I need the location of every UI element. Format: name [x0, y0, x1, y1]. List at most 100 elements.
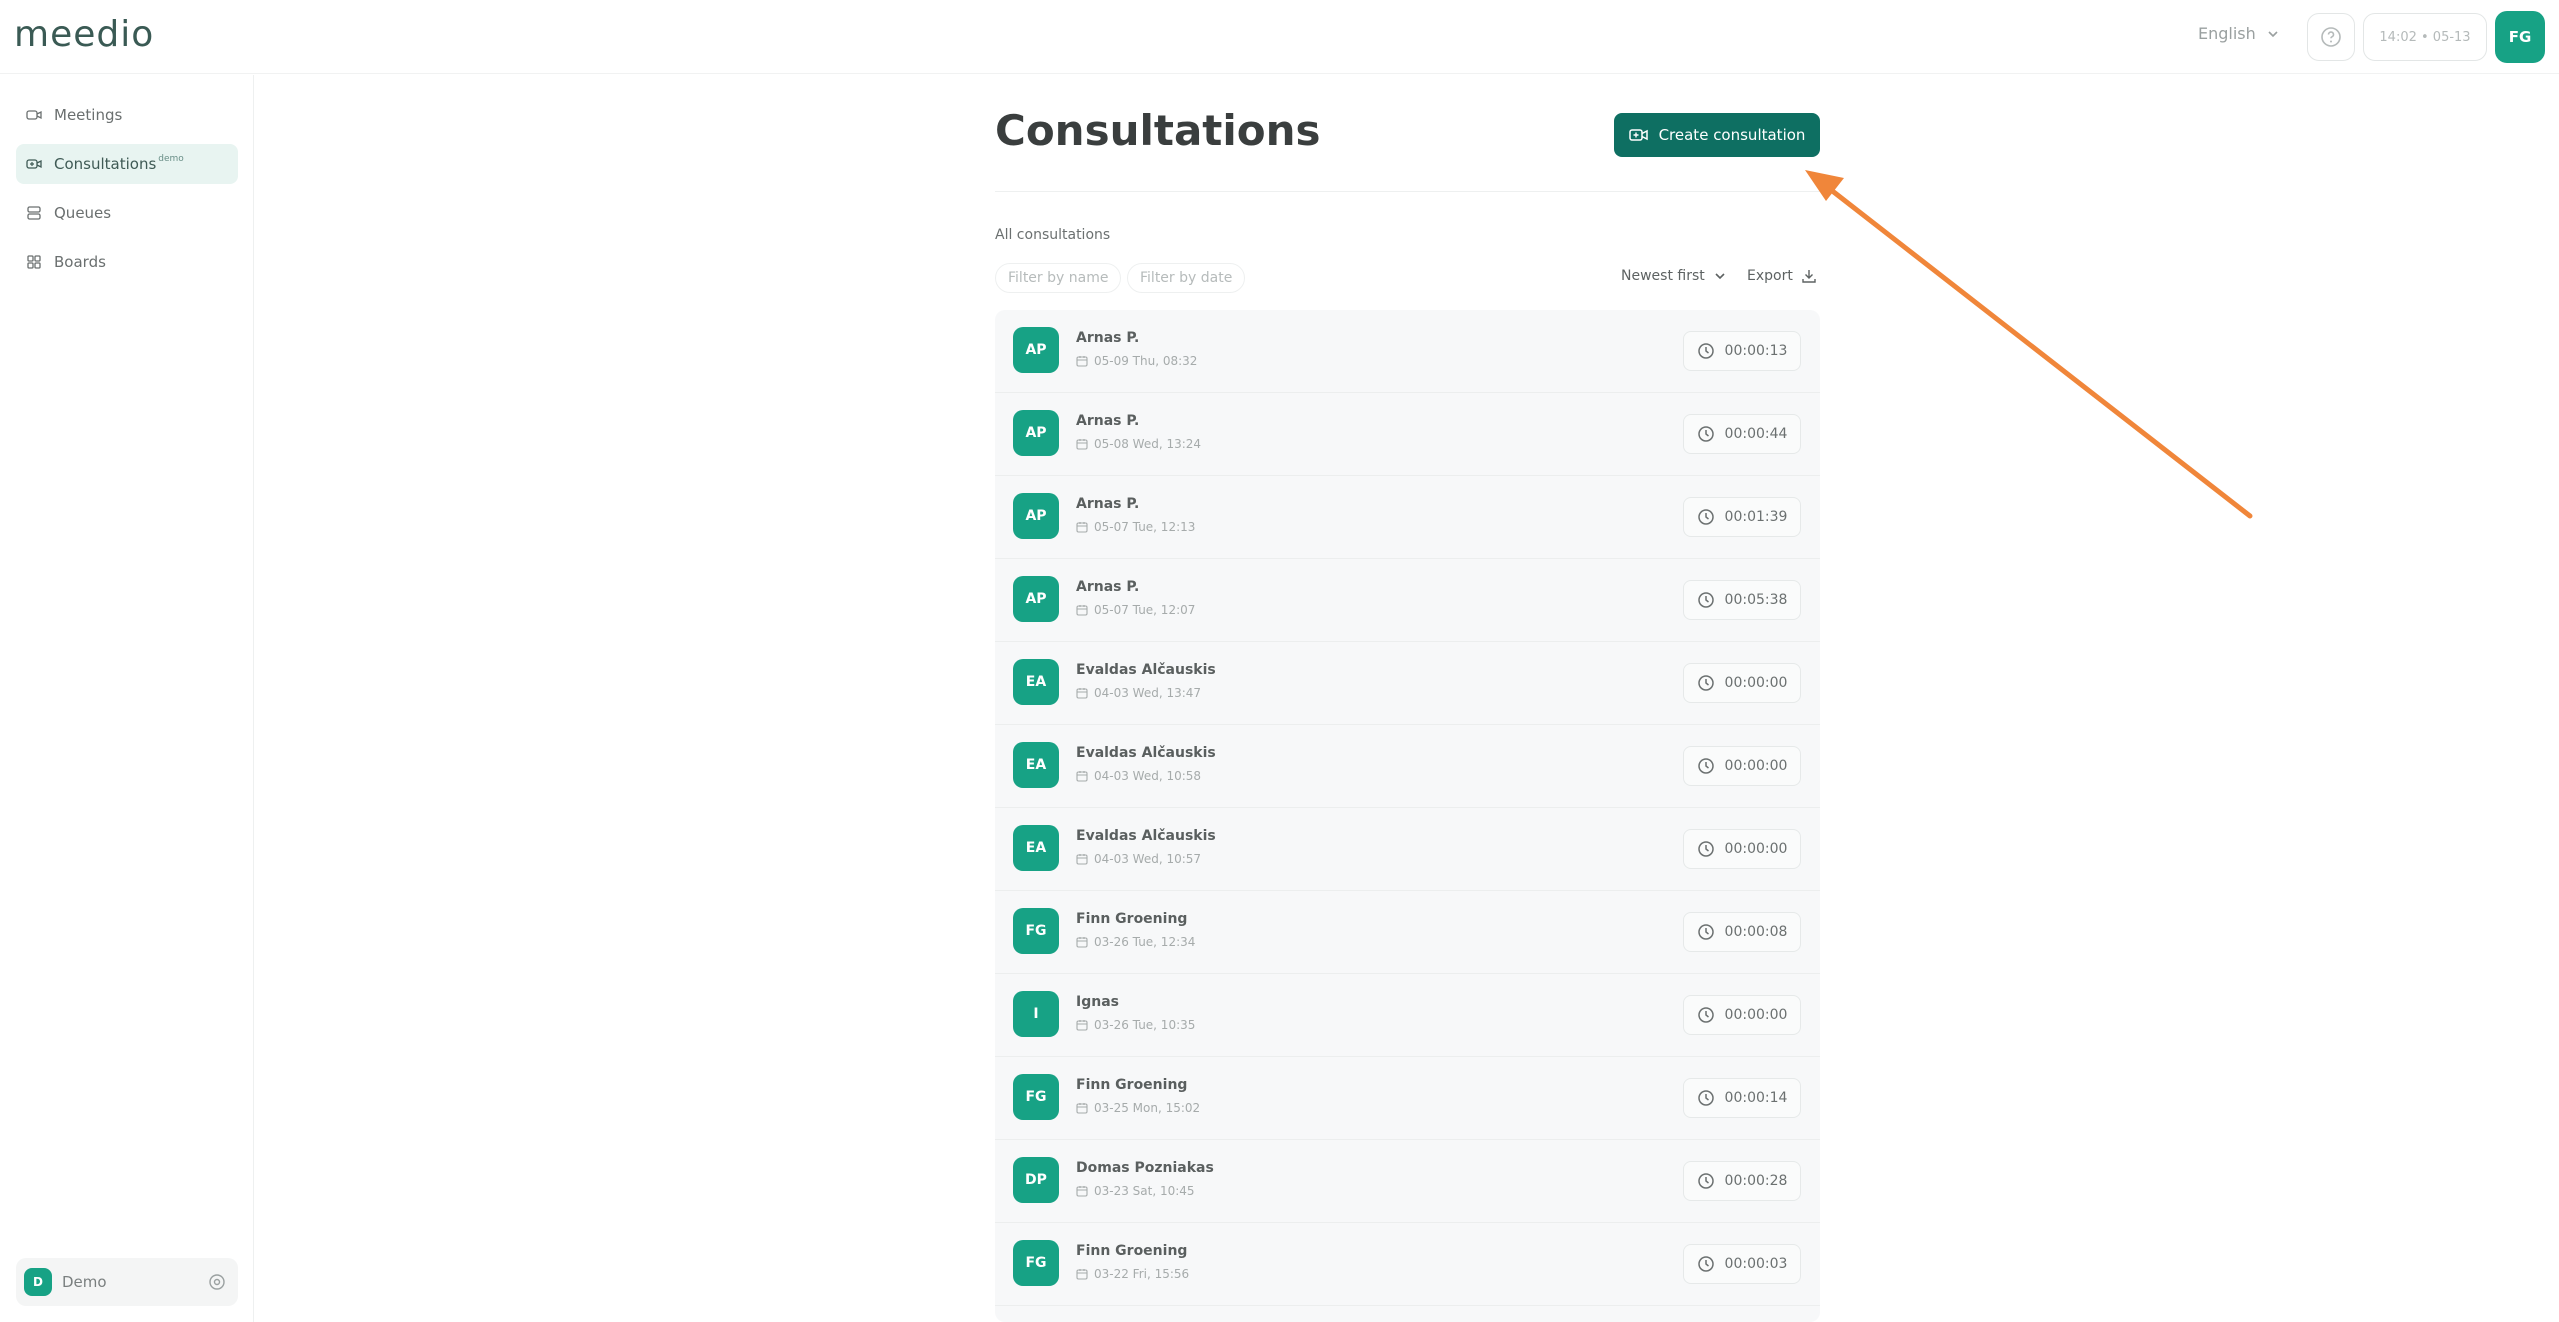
date-text: 03-23 Sat, 10:45	[1094, 1184, 1195, 1198]
consultation-date: 03-22 Fri, 15:56	[1076, 1267, 1189, 1281]
language-label: English	[2198, 24, 2256, 43]
avatar: DP	[1013, 1157, 1059, 1203]
organization-switcher[interactable]: D Demo	[16, 1258, 238, 1306]
date-text: 03-25 Mon, 15:02	[1094, 1101, 1201, 1115]
avatar: FG	[1013, 1074, 1059, 1120]
section-label: All consultations	[995, 227, 1111, 243]
date-text: 05-07 Tue, 12:13	[1094, 520, 1196, 534]
consultations-list: AP Arnas P. 05-09 Thu, 08:32 00:00:13 AP Arna…	[995, 310, 1820, 1322]
table-row[interactable]: DP Domas Pozniakas 03-23 Sat, 10:45 00:00:2…	[995, 1140, 1820, 1223]
calendar-icon	[1076, 605, 1088, 616]
table-row[interactable]: FG Finn Groening 03-25 Mon, 15:02 00:00:14	[995, 1057, 1820, 1140]
calendar-icon	[1076, 854, 1088, 865]
demo-badge: demo	[158, 154, 184, 164]
date-text: 05-09 Thu, 08:32	[1094, 354, 1198, 368]
help-icon	[2321, 27, 2341, 47]
calendar-icon	[1076, 1020, 1088, 1031]
clock-icon	[1697, 675, 1714, 691]
sidebar-item-meetings[interactable]: Meetings	[16, 95, 238, 135]
sort-label: Newest first	[1621, 268, 1705, 284]
create-consultation-button[interactable]: Create consultation	[1614, 113, 1820, 157]
consultation-date: 04-03 Wed, 10:58	[1076, 769, 1201, 783]
duration-text: 00:00:28	[1724, 1173, 1788, 1189]
duration-badge: 00:00:13	[1683, 331, 1801, 371]
help-button[interactable]	[2307, 13, 2355, 61]
sidebar-item-boards[interactable]: Boards	[16, 242, 238, 282]
avatar: AP	[1013, 576, 1059, 622]
sidebar-item-consultations[interactable]: Consultations demo	[16, 144, 238, 184]
participant-name: Finn Groening	[1076, 1243, 1188, 1259]
calendar-icon	[1076, 771, 1088, 782]
duration-badge: 00:00:08	[1683, 912, 1801, 952]
duration-text: 00:00:14	[1724, 1090, 1788, 1106]
duration-text: 00:00:00	[1724, 758, 1788, 774]
gear-icon[interactable]	[208, 1273, 226, 1291]
table-row[interactable]: AP Arnas P. 05-08 Wed, 13:24 00:00:44	[995, 393, 1820, 476]
duration-text: 00:00:44	[1724, 426, 1788, 442]
video-plus-icon	[26, 159, 42, 169]
table-row[interactable]: EA Evaldas Alčauskis 04-03 Wed, 10:57 00:00…	[995, 808, 1820, 891]
sidebar-item-label: Boards	[54, 253, 106, 271]
calendar-icon	[1076, 522, 1088, 533]
date-text: 05-07 Tue, 12:07	[1094, 603, 1196, 617]
download-icon	[1802, 270, 1816, 283]
language-selector[interactable]: English	[2198, 24, 2280, 43]
duration-badge: 00:00:14	[1683, 1078, 1801, 1118]
participant-name: Evaldas Alčauskis	[1076, 828, 1216, 844]
table-row[interactable]: I Ignas 03-26 Tue, 10:35 00:00:00	[995, 974, 1820, 1057]
participant-name: Arnas P.	[1076, 330, 1140, 346]
sidebar-item-queues[interactable]: Queues	[16, 193, 238, 233]
avatar: FG	[1013, 908, 1059, 954]
participant-name: Evaldas Alčauskis	[1076, 745, 1216, 761]
table-row[interactable]: AP Arnas P. 05-07 Tue, 12:13 00:01:39	[995, 476, 1820, 559]
table-row[interactable]: FG Finn Groening 03-22 Fri, 15:56 00:00:03	[995, 1223, 1820, 1306]
avatar: AP	[1013, 410, 1059, 456]
clock-icon	[1697, 1256, 1714, 1272]
app-logo[interactable]: meedio	[14, 14, 154, 55]
participant-name: Finn Groening	[1076, 1077, 1188, 1093]
page-title: Consultations	[995, 106, 1321, 155]
duration-text: 00:00:08	[1724, 924, 1788, 940]
duration-text: 00:05:38	[1724, 592, 1788, 608]
date-text: 04-03 Wed, 13:47	[1094, 686, 1202, 700]
table-row[interactable]: EA Evaldas Alčauskis 04-03 Wed, 10:58 00:00…	[995, 725, 1820, 808]
table-row[interactable]: FG Finn Groening 03-26 Tue, 12:34 00:00:08	[995, 891, 1820, 974]
avatar: AP	[1013, 327, 1059, 373]
clock-icon	[1697, 509, 1714, 525]
date-text: 03-22 Fri, 15:56	[1094, 1267, 1190, 1281]
consultation-date: 03-26 Tue, 12:34	[1076, 935, 1195, 949]
participant-name: Ignas	[1076, 994, 1119, 1010]
video-icon	[26, 110, 42, 120]
table-row[interactable]: AP Arnas P. 05-07 Tue, 12:07 00:05:38	[995, 559, 1820, 642]
calendar-icon	[1076, 937, 1088, 948]
user-avatar[interactable]: FG	[2495, 11, 2545, 63]
duration-text: 00:00:00	[1724, 841, 1788, 857]
avatar: AP	[1013, 493, 1059, 539]
clock-icon	[1697, 758, 1714, 774]
participant-name: Evaldas Alčauskis	[1076, 662, 1216, 678]
calendar-icon	[1076, 1186, 1088, 1197]
sidebar-item-label: Queues	[54, 204, 112, 222]
table-row[interactable]: AP Arnas P. 05-09 Thu, 08:32 00:00:13	[995, 310, 1820, 393]
sort-dropdown[interactable]: Newest first	[1621, 268, 1727, 284]
calendar-icon	[1076, 439, 1088, 450]
consultation-date: 03-23 Sat, 10:45	[1076, 1184, 1195, 1198]
clock-icon	[1697, 343, 1714, 359]
avatar: I	[1013, 991, 1059, 1037]
create-button-label: Create consultation	[1658, 126, 1806, 144]
clock-display: 14:02 • 05-13	[2363, 13, 2487, 61]
filter-by-date-input[interactable]: Filter by date	[1127, 263, 1246, 293]
export-button[interactable]: Export	[1747, 268, 1817, 284]
clock-icon	[1697, 1173, 1714, 1189]
table-row[interactable]: EA Evaldas Alčauskis 04-03 Wed, 13:47 00:00…	[995, 642, 1820, 725]
duration-badge: 00:00:03	[1683, 1244, 1801, 1284]
avatar: EA	[1013, 742, 1059, 788]
clock-icon	[1697, 592, 1714, 608]
clock-icon	[1697, 1090, 1714, 1106]
clock-icon	[1697, 924, 1714, 940]
filter-by-name-input[interactable]: Filter by name	[995, 263, 1122, 293]
participant-name: Finn Groening	[1076, 911, 1188, 927]
clock-icon	[1697, 1007, 1714, 1023]
participant-name: Arnas P.	[1076, 496, 1140, 512]
chevron-down-icon	[1715, 273, 1725, 280]
